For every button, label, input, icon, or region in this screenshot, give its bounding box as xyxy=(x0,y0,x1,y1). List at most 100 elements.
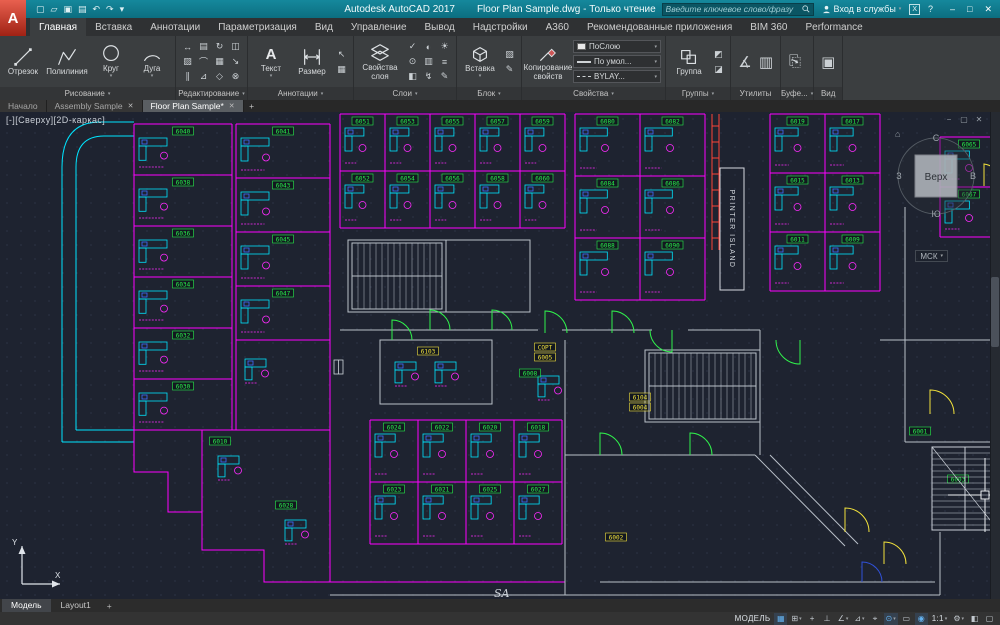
close-tab-icon[interactable]: ✕ xyxy=(128,102,134,110)
status-model-space[interactable]: МОДЕЛЬ xyxy=(733,613,773,625)
layer-match-icon[interactable]: ≡ xyxy=(437,55,452,69)
panel-edit-footer[interactable]: Редактирование▾ xyxy=(176,87,247,100)
status-object-isolate[interactable]: ◧ xyxy=(968,613,981,625)
status-isometric-drafting[interactable]: ⊿▾ xyxy=(852,613,866,625)
new-layout-button[interactable]: + xyxy=(101,601,118,611)
status-snap[interactable]: ⊞▾ xyxy=(789,613,803,625)
application-menu-button[interactable]: A xyxy=(0,0,26,36)
open-icon[interactable]: ▱ xyxy=(51,4,58,15)
arc-button[interactable]: Дуга▾ xyxy=(133,43,171,79)
panel-clipboard-footer[interactable]: Буфе...▾ xyxy=(781,87,813,100)
help-search[interactable] xyxy=(662,3,814,16)
new-drawing-button[interactable]: + xyxy=(244,100,260,112)
ungroup-icon[interactable]: ◩ xyxy=(711,47,726,61)
group-edit-icon[interactable]: ◪ xyxy=(711,62,726,76)
edit-block-icon[interactable]: ✎ xyxy=(502,62,517,76)
base-view-icon[interactable]: ▣ xyxy=(818,43,838,81)
ribbon-tab-рекомендованные-приложения[interactable]: Рекомендованные приложения xyxy=(578,18,741,36)
ribbon-tab-главная[interactable]: Главная xyxy=(30,18,86,36)
status-ortho[interactable]: ⊥ xyxy=(821,613,834,625)
circle-button[interactable]: Круг▾ xyxy=(92,43,130,79)
text-button[interactable]: A Текст▾ xyxy=(252,43,290,79)
file-tab-floor-plan-sample*[interactable]: Floor Plan Sample*✕ xyxy=(143,100,244,112)
erase-icon[interactable]: ▨ xyxy=(180,55,195,69)
layer-prev-icon[interactable]: ◧ xyxy=(405,70,420,84)
ribbon-tab-performance[interactable]: Performance xyxy=(797,18,872,36)
viewport-minimize-icon[interactable]: − xyxy=(944,114,954,124)
save-icon[interactable]: ▣ xyxy=(63,4,72,15)
table-icon[interactable]: ▦ xyxy=(334,62,349,76)
search-icon[interactable] xyxy=(802,5,810,13)
panel-annotate-footer[interactable]: Аннотации▾ xyxy=(248,87,353,100)
ribbon-tab-a360[interactable]: A360 xyxy=(537,18,578,36)
ribbon-tab-аннотации[interactable]: Аннотации xyxy=(141,18,209,36)
ribbon-tab-вывод[interactable]: Вывод xyxy=(416,18,464,36)
help-icon[interactable]: ? xyxy=(928,4,933,14)
status-annotation-visibility[interactable]: ◉ xyxy=(915,613,928,625)
wcs-button[interactable]: МСК▾ xyxy=(915,250,948,262)
signin-button[interactable]: Вход в службы ▾ xyxy=(822,4,902,14)
status-dynamic-input[interactable]: + xyxy=(806,613,819,625)
status-annotation-scale[interactable]: 1:1▾ xyxy=(930,613,950,625)
vertical-scrollbar[interactable] xyxy=(990,112,1000,599)
ribbon-tab-управление[interactable]: Управление xyxy=(342,18,416,36)
exchange-apps-icon[interactable]: X xyxy=(909,4,920,15)
panel-view-footer[interactable]: Вид xyxy=(814,87,842,100)
viewport-maximize-icon[interactable]: ▢ xyxy=(959,114,969,124)
status-object-snap[interactable]: ⊙▾ xyxy=(884,613,898,625)
layer-edit-icon[interactable]: ✎ xyxy=(437,70,452,84)
viewport-close-icon[interactable]: ✕ xyxy=(974,114,984,124)
leader-icon[interactable]: ↖ xyxy=(334,47,349,61)
panel-draw-footer[interactable]: Рисование▾ xyxy=(0,87,175,100)
layer-lock-icon[interactable]: ▥ xyxy=(421,55,436,69)
line-button[interactable]: Отрезок xyxy=(4,46,42,77)
group-button[interactable]: Группа xyxy=(670,46,708,77)
ribbon-tab-вставка[interactable]: Вставка xyxy=(86,18,141,36)
ribbon-tab-параметризация[interactable]: Параметризация xyxy=(209,18,306,36)
measure-icon[interactable]: ∡ xyxy=(735,43,755,81)
fillet-icon[interactable]: ⌒ xyxy=(196,55,211,69)
insert-button[interactable]: Вставка▾ xyxy=(461,43,499,79)
scale-icon[interactable]: ◇ xyxy=(212,70,227,84)
layer-isolate-icon[interactable]: ◐ xyxy=(421,40,436,54)
mirror-icon[interactable]: ◫ xyxy=(228,40,243,54)
create-block-icon[interactable]: ▧ xyxy=(502,47,517,61)
layout-tab-модель[interactable]: Модель xyxy=(2,599,51,612)
file-tab-assembly-sample[interactable]: Assembly Sample✕ xyxy=(47,100,143,112)
status-polar-tracking[interactable]: ∠▾ xyxy=(836,613,851,625)
paste-icon[interactable]: ⎘ xyxy=(785,43,805,81)
trim-icon[interactable]: ⊿ xyxy=(196,70,211,84)
layout-tab-layout1[interactable]: Layout1 xyxy=(52,599,100,612)
qat-dropdown-icon[interactable]: ▾ xyxy=(120,4,125,15)
lineweight-dropdown[interactable]: По умол... ▾ xyxy=(573,55,661,68)
dimension-button[interactable]: Размер xyxy=(293,46,331,77)
status-osnap-tracking[interactable]: ⌖ xyxy=(869,613,882,625)
minimize-button[interactable]: – xyxy=(945,4,960,15)
move-icon[interactable]: ↔ xyxy=(180,40,195,54)
ribbon-tab-вид[interactable]: Вид xyxy=(306,18,342,36)
status-grid[interactable]: ▦ xyxy=(774,613,787,625)
scrollbar-thumb[interactable] xyxy=(991,277,999,347)
offset-icon[interactable]: ∥ xyxy=(180,70,195,84)
undo-icon[interactable]: ↶ xyxy=(92,4,100,15)
polyline-button[interactable]: Полилиния xyxy=(45,46,89,77)
layer-on-icon[interactable]: ☀ xyxy=(437,40,452,54)
viewport-controls[interactable]: [-][Сверху][2D-каркас] xyxy=(6,115,105,125)
quick-select-icon[interactable]: ▥ xyxy=(756,43,776,81)
close-tab-icon[interactable]: ✕ xyxy=(229,102,235,110)
object-color-dropdown[interactable]: ПоСлою ▾ xyxy=(573,40,661,53)
close-button[interactable]: ✕ xyxy=(979,4,997,15)
redo-icon[interactable]: ↷ xyxy=(106,4,114,15)
status-workspace-switching[interactable]: ⚙▾ xyxy=(951,613,966,625)
layer-walk-icon[interactable]: ↯ xyxy=(421,70,436,84)
viewcube[interactable]: Верх ⌂ С З В Ю xyxy=(888,124,984,220)
status-lineweight-display[interactable]: ▭ xyxy=(900,613,913,625)
maximize-button[interactable]: □ xyxy=(962,4,977,15)
copy-icon[interactable]: ▤ xyxy=(196,40,211,54)
new-icon[interactable]: ▢ xyxy=(36,4,45,15)
plot-icon[interactable]: ▤ xyxy=(78,4,87,15)
file-tab-начало[interactable]: Начало xyxy=(0,100,47,112)
status-clean-screen[interactable]: ▢ xyxy=(983,613,996,625)
stretch-icon[interactable]: ↘ xyxy=(228,55,243,69)
linetype-dropdown[interactable]: BYLAY... ▾ xyxy=(573,70,661,83)
